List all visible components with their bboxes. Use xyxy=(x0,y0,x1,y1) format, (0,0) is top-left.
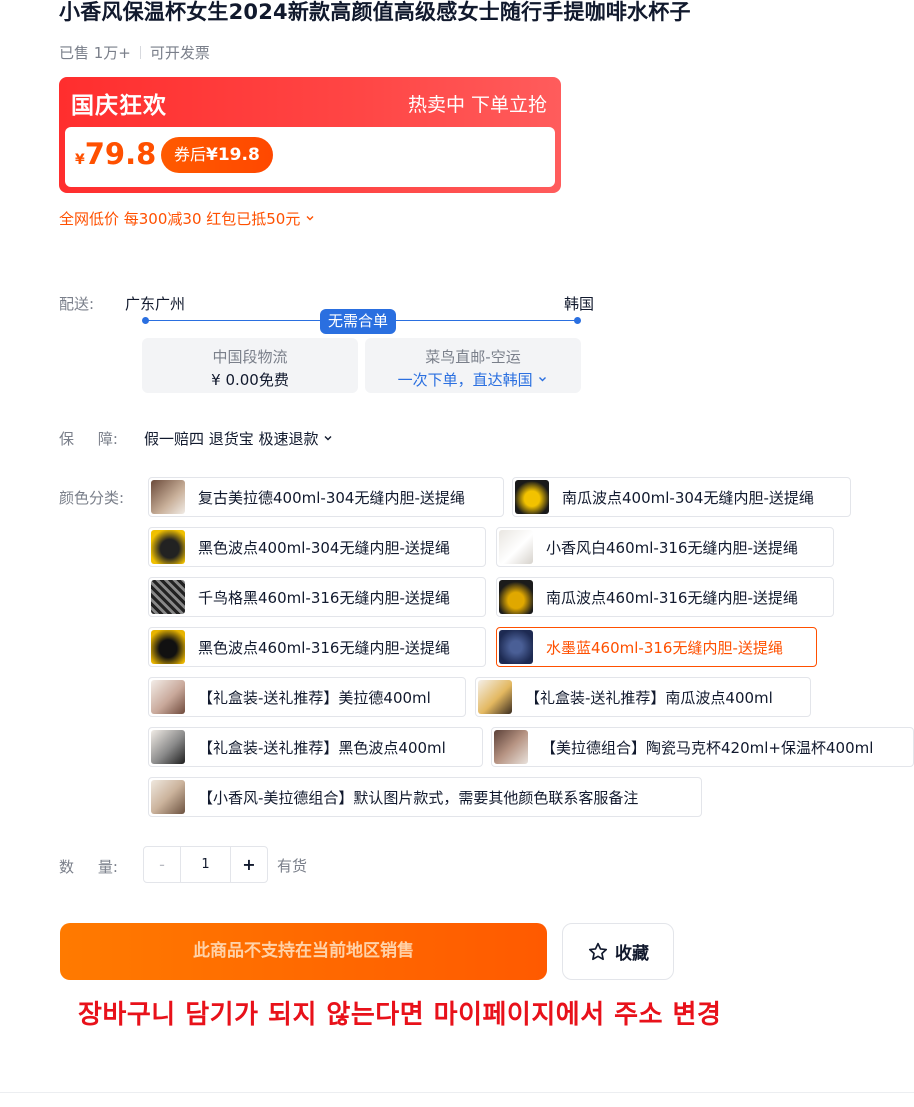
coupon-price-badge: 券后¥19.8 xyxy=(161,137,273,173)
option-thumbnail xyxy=(494,730,528,764)
direct-mail-text: 一次下单，直达韩国 xyxy=(397,371,533,389)
option-thumbnail xyxy=(499,530,533,564)
option-thumbnail xyxy=(151,580,185,614)
promo-tagline: 热卖中 下单立抢 xyxy=(407,94,547,116)
option-thumbnail xyxy=(151,480,185,514)
option-label: 【礼盒装-送礼推荐】美拉德400ml xyxy=(198,688,431,707)
domestic-logistics-fee: ¥ 0.00免费 xyxy=(211,371,289,389)
divider xyxy=(139,46,141,59)
domestic-logistics-box: 中国段物流 ¥ 0.00免费 xyxy=(142,338,358,393)
quantity-label: 数 量: xyxy=(59,858,118,876)
option-thumbnail xyxy=(151,680,185,714)
price-box: ¥79.8 券后¥19.8 xyxy=(65,127,555,187)
color-option[interactable]: 【礼盒装-送礼推荐】美拉德400ml xyxy=(148,677,466,717)
shipping-label: 配送: xyxy=(59,295,95,313)
option-thumbnail xyxy=(499,580,533,614)
coupon-label: 券后 xyxy=(174,145,207,164)
favorite-label: 收藏 xyxy=(615,944,649,964)
quantity-decrease-button[interactable]: - xyxy=(144,847,181,882)
ship-from: 广东广州 xyxy=(125,295,186,313)
color-option-selected[interactable]: 水墨蓝460ml-316无缝内胆-送提绳 xyxy=(496,627,817,667)
domestic-logistics-title: 中国段物流 xyxy=(212,348,288,366)
color-option[interactable]: 南瓜波点460ml-316无缝内胆-送提绳 xyxy=(496,577,834,617)
price-value: 79.8 xyxy=(84,137,157,171)
option-thumbnail xyxy=(151,780,185,814)
color-option[interactable]: 【礼盒装-送礼推荐】黑色波点400ml xyxy=(148,727,483,767)
option-label: 南瓜波点400ml-304无缝内胆-送提绳 xyxy=(562,488,814,507)
stock-status: 有货 xyxy=(277,857,308,875)
no-merge-badge: 无需合单 xyxy=(320,309,397,334)
promo-banner: 国庆狂欢 热卖中 下单立抢 ¥79.8 券后¥19.8 xyxy=(59,77,561,193)
promo-name: 国庆狂欢 xyxy=(71,93,167,119)
option-label: 【美拉德组合】陶瓷马克杯420ml+保温杯400ml xyxy=(541,738,874,757)
quantity-stepper: - 1 + xyxy=(143,846,268,883)
option-label: 黑色波点460ml-316无缝内胆-送提绳 xyxy=(198,638,450,657)
guarantee-dropdown[interactable]: 假一赔四 退货宝 极速退款 xyxy=(144,428,333,449)
option-thumbnail xyxy=(151,730,185,764)
option-thumbnail xyxy=(499,630,533,664)
chevron-down-icon xyxy=(324,436,332,441)
chevron-down-icon xyxy=(306,216,314,221)
option-label: 【小香风-美拉德组合】默认图片款式，需要其他颜色联系客服备注 xyxy=(198,788,639,807)
address-notice: 장바구니 담기가 되지 않는다면 마이페이지에서 주소 변경 xyxy=(78,1000,722,1030)
guarantee-label: 保 障: xyxy=(59,430,118,448)
direct-mail-box[interactable]: 菜鸟直邮-空运 一次下单，直达韩国 xyxy=(365,338,581,393)
option-thumbnail xyxy=(151,530,185,564)
option-label: 复古美拉德400ml-304无缝内胆-送提绳 xyxy=(198,488,465,507)
invoice-label: 可开发票 xyxy=(149,44,210,62)
color-option[interactable]: 【美拉德组合】陶瓷马克杯420ml+保温杯400ml xyxy=(491,727,914,767)
color-label: 颜色分类: xyxy=(59,489,125,507)
favorite-button[interactable]: 收藏 xyxy=(562,923,674,980)
color-option[interactable]: 【礼盒装-送礼推荐】南瓜波点400ml xyxy=(475,677,811,717)
quantity-input[interactable]: 1 xyxy=(181,847,230,882)
chevron-down-icon xyxy=(539,377,547,382)
buy-button-disabled[interactable]: 此商品不支持在当前地区销售 xyxy=(60,923,547,980)
ship-to: 韩国 xyxy=(564,295,595,313)
option-thumbnail xyxy=(151,630,185,664)
color-option[interactable]: 黑色波点460ml-316无缝内胆-送提绳 xyxy=(148,627,486,667)
divider xyxy=(0,1092,914,1093)
currency-symbol: ¥ xyxy=(75,152,85,168)
color-option[interactable]: 【小香风-美拉德组合】默认图片款式，需要其他颜色联系客服备注 xyxy=(148,777,702,817)
option-thumbnail xyxy=(515,480,549,514)
option-label: 水墨蓝460ml-316无缝内胆-送提绳 xyxy=(546,638,783,657)
direct-mail-title: 菜鸟直邮-空运 xyxy=(425,348,521,366)
route-end-dot xyxy=(574,317,581,324)
sales-info: 已售 1万+ 可开发票 xyxy=(59,42,210,63)
option-label: 【礼盒装-送礼推荐】黑色波点400ml xyxy=(198,738,446,757)
option-label: 黑色波点400ml-304无缝内胆-送提绳 xyxy=(198,538,450,557)
option-label: 南瓜波点460ml-316无缝内胆-送提绳 xyxy=(546,588,798,607)
guarantee-text: 假一赔四 退货宝 极速退款 xyxy=(144,430,319,448)
color-option[interactable]: 南瓜波点400ml-304无缝内胆-送提绳 xyxy=(512,477,851,517)
color-option[interactable]: 小香风白460ml-316无缝内胆-送提绳 xyxy=(496,527,834,567)
color-option[interactable]: 黑色波点400ml-304无缝内胆-送提绳 xyxy=(148,527,486,567)
discount-dropdown[interactable]: 全网低价 每300减30 红包已抵50元 xyxy=(59,208,315,229)
color-option[interactable]: 复古美拉德400ml-304无缝内胆-送提绳 xyxy=(148,477,504,517)
quantity-increase-button[interactable]: + xyxy=(230,847,267,882)
color-option[interactable]: 千鸟格黑460ml-316无缝内胆-送提绳 xyxy=(148,577,486,617)
discount-text: 全网低价 每300减30 红包已抵50元 xyxy=(59,210,301,228)
option-thumbnail xyxy=(478,680,512,714)
product-title: 小香风保温杯女生2024新款高颜值高级感女士随行手提咖啡水杯子 xyxy=(59,0,691,24)
star-icon xyxy=(588,942,608,960)
option-label: 千鸟格黑460ml-316无缝内胆-送提绳 xyxy=(198,588,450,607)
option-label: 小香风白460ml-316无缝内胆-送提绳 xyxy=(546,538,798,557)
price: ¥79.8 xyxy=(75,137,156,171)
sold-count: 已售 1万+ xyxy=(59,44,131,62)
direct-mail-link[interactable]: 一次下单，直达韩国 xyxy=(365,369,581,390)
coupon-price: ¥19.8 xyxy=(206,145,260,165)
route-start-dot xyxy=(142,317,149,324)
option-label: 【礼盒装-送礼推荐】南瓜波点400ml xyxy=(525,688,773,707)
